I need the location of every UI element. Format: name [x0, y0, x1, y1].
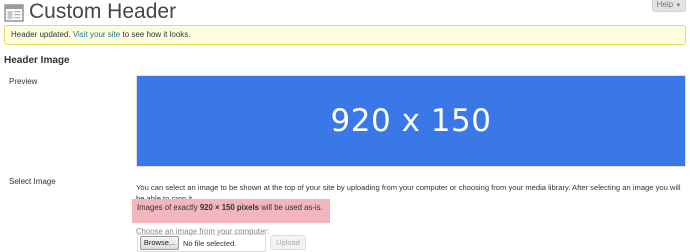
preview-image-text: 920 x 150 [330, 103, 492, 139]
page-icon [4, 4, 24, 22]
help-label: Help [656, 0, 674, 9]
size-note: Images of exactly 920 × 150 pixels will … [137, 203, 323, 212]
size-note-before: Images of exactly [137, 203, 200, 212]
notice-text-after: to see how it looks. [120, 30, 191, 39]
notice-text-before: Header updated. [11, 30, 73, 39]
section-heading: Header Image [4, 55, 70, 66]
header-image-preview: 920 x 150 [136, 75, 686, 167]
size-note-after: will be used as-is. [259, 203, 323, 212]
size-note-bold: 920 × 150 pixels [199, 203, 260, 212]
update-notice: Header updated. Visit your site to see h… [4, 25, 686, 45]
visit-site-link[interactable]: Visit your site [73, 30, 120, 39]
chevron-down-icon: ▼ [675, 3, 682, 9]
preview-label: Preview [9, 77, 38, 86]
file-status: No file selected. [183, 239, 237, 248]
select-image-label: Select Image [9, 177, 56, 186]
browse-button[interactable]: Browse... [140, 236, 179, 250]
help-tab[interactable]: Help ▼ [652, 0, 686, 12]
page-title: Custom Header [29, 0, 177, 23]
upload-button[interactable]: Upload [270, 235, 306, 250]
